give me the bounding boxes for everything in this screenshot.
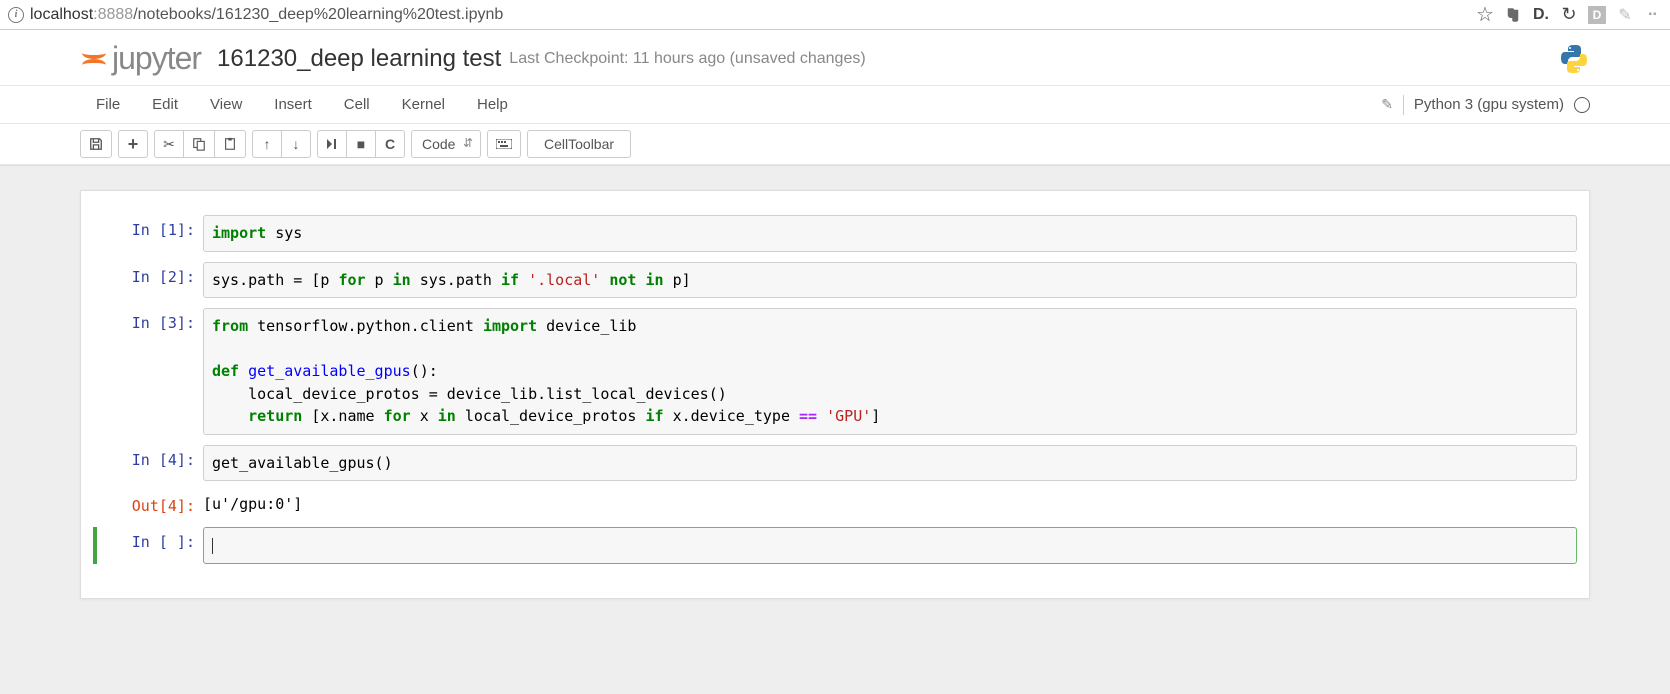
notebook-container: In [1]: import sys In [2]: sys.path = [p… bbox=[80, 190, 1590, 599]
jupyter-logo[interactable]: jupyter bbox=[80, 40, 201, 77]
code-cell-selected[interactable]: In [ ]: bbox=[93, 527, 1577, 564]
draw-icon[interactable]: ✎ bbox=[1616, 6, 1634, 24]
url-host: localhost bbox=[30, 6, 93, 23]
input-prompt: In [1]: bbox=[93, 215, 203, 252]
jupyter-logo-icon bbox=[80, 45, 108, 73]
move-down-button[interactable]: ↓ bbox=[281, 130, 311, 158]
info-icon[interactable]: i bbox=[8, 7, 24, 23]
input-prompt: In [3]: bbox=[93, 308, 203, 435]
url-port: :8888 bbox=[93, 6, 133, 23]
code-cell[interactable]: In [4]: get_available_gpus() bbox=[93, 445, 1577, 482]
input-prompt: In [ ]: bbox=[93, 527, 203, 564]
python-logo-icon bbox=[1558, 43, 1590, 75]
menu-dots-icon[interactable]: ▪▪ bbox=[1644, 6, 1662, 24]
toolbar: + ✂ ↑ ↓ ■ C Code CellToolbar bbox=[0, 124, 1670, 165]
menu-view[interactable]: View bbox=[194, 90, 258, 119]
code-cell[interactable]: In [2]: sys.path = [p for p in sys.path … bbox=[93, 262, 1577, 299]
notebook-title[interactable]: 161230_deep learning test bbox=[217, 45, 501, 73]
input-prompt: In [2]: bbox=[93, 262, 203, 299]
text-cursor bbox=[212, 538, 213, 554]
jupyter-logo-text: jupyter bbox=[112, 40, 201, 77]
code-cell[interactable]: In [1]: import sys bbox=[93, 215, 1577, 252]
url-input[interactable]: i localhost:8888/notebooks/161230_deep%2… bbox=[8, 6, 1468, 24]
add-cell-button[interactable]: + bbox=[118, 130, 148, 158]
paste-button[interactable] bbox=[214, 130, 246, 158]
copy-button[interactable] bbox=[183, 130, 215, 158]
refresh-icon[interactable]: ↻ bbox=[1560, 6, 1578, 24]
menu-file[interactable]: File bbox=[80, 90, 136, 119]
menu-cell[interactable]: Cell bbox=[328, 90, 386, 119]
menu-bar: File Edit View Insert Cell Kernel Help ✎… bbox=[0, 85, 1670, 124]
save-button[interactable] bbox=[80, 130, 112, 158]
stop-button[interactable]: ■ bbox=[346, 130, 376, 158]
code-input[interactable]: get_available_gpus() bbox=[203, 445, 1577, 482]
menu-kernel[interactable]: Kernel bbox=[386, 90, 461, 119]
url-path: /notebooks/161230_deep%20learning%20test… bbox=[133, 6, 503, 23]
kernel-status-icon bbox=[1574, 97, 1590, 113]
code-input[interactable]: sys.path = [p for p in sys.path if '.loc… bbox=[203, 262, 1577, 299]
divider bbox=[1403, 95, 1404, 115]
d-box-icon[interactable]: D bbox=[1588, 6, 1606, 24]
code-input[interactable] bbox=[203, 527, 1577, 564]
d-extension-icon[interactable]: D. bbox=[1532, 6, 1550, 24]
run-button[interactable] bbox=[317, 130, 347, 158]
output-prompt: Out[4]: bbox=[93, 491, 203, 517]
code-input[interactable]: import sys bbox=[203, 215, 1577, 252]
menu-edit[interactable]: Edit bbox=[136, 90, 194, 119]
checkpoint-status: Last Checkpoint: 11 hours ago (unsaved c… bbox=[509, 50, 865, 68]
output-text: [u'/gpu:0'] bbox=[203, 491, 1577, 517]
celltoolbar-button[interactable]: CellToolbar bbox=[527, 130, 631, 158]
restart-button[interactable]: C bbox=[375, 130, 405, 158]
menu-insert[interactable]: Insert bbox=[258, 90, 328, 119]
evernote-icon[interactable] bbox=[1504, 6, 1522, 24]
menu-help[interactable]: Help bbox=[461, 90, 524, 119]
output-cell: Out[4]: [u'/gpu:0'] bbox=[93, 491, 1577, 517]
code-input[interactable]: from tensorflow.python.client import dev… bbox=[203, 308, 1577, 435]
input-prompt: In [4]: bbox=[93, 445, 203, 482]
bookmark-star-icon[interactable]: ☆ bbox=[1476, 6, 1494, 24]
edit-mode-icon: ✎ bbox=[1381, 96, 1393, 113]
celltype-select[interactable]: Code bbox=[411, 130, 481, 158]
code-cell[interactable]: In [3]: from tensorflow.python.client im… bbox=[93, 308, 1577, 435]
kernel-name[interactable]: Python 3 (gpu system) bbox=[1414, 96, 1564, 113]
notebook-header: jupyter 161230_deep learning test Last C… bbox=[0, 30, 1670, 85]
move-up-button[interactable]: ↑ bbox=[252, 130, 282, 158]
cut-button[interactable]: ✂ bbox=[154, 130, 184, 158]
browser-url-bar: i localhost:8888/notebooks/161230_deep%2… bbox=[0, 0, 1670, 30]
command-palette-button[interactable] bbox=[487, 130, 521, 158]
